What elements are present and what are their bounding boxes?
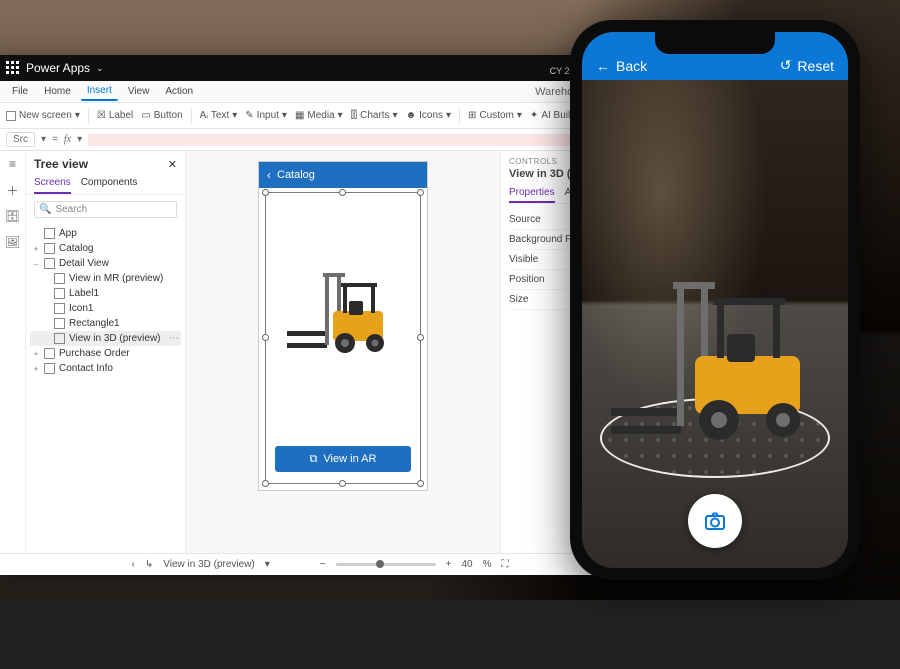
status-bar: ‹ ↳ View in 3D (preview) ▾ − + 40 % ⛶ xyxy=(0,553,640,575)
app-preview[interactable]: ‹ Catalog xyxy=(258,161,428,491)
tree-node[interactable]: +Catalog xyxy=(30,241,181,256)
ribbon-label[interactable]: ☒ Label xyxy=(97,110,133,121)
menu-file[interactable]: File xyxy=(6,83,34,100)
camera-icon xyxy=(703,509,727,533)
search-icon: 🔍 xyxy=(39,204,51,215)
zoom-percent: % xyxy=(483,559,492,570)
ribbon-new-screen[interactable]: New screen▾ xyxy=(6,110,80,121)
reset-icon: ↺ xyxy=(780,57,792,74)
resize-handle[interactable] xyxy=(339,480,346,487)
ar-back-button[interactable]: ← Back xyxy=(596,58,647,74)
formula-bar: Src ▾ = fx ▾ xyxy=(0,129,640,151)
zoom-out-button[interactable]: − xyxy=(320,559,326,570)
ar-back-label: Back xyxy=(616,58,647,74)
ribbon-text[interactable]: Aᵢ Text ▾ xyxy=(200,110,238,121)
menu-view[interactable]: View xyxy=(122,83,156,100)
ribbon-input[interactable]: ✎ Input ▾ xyxy=(245,110,287,121)
ar-forklift-model[interactable] xyxy=(605,268,825,458)
rail-media-icon[interactable]: 🖼 xyxy=(6,235,20,249)
rail-insert-icon[interactable]: ＋ xyxy=(6,183,20,197)
tree-node[interactable]: –Detail View xyxy=(30,256,181,271)
tree-node[interactable]: View in 3D (preview)⋯ xyxy=(30,331,181,346)
resize-handle[interactable] xyxy=(262,480,269,487)
menu-insert[interactable]: Insert xyxy=(81,82,118,101)
view-in-ar-label: View in AR xyxy=(323,453,376,465)
tree: App+Catalog–Detail ViewView in MR (previ… xyxy=(26,224,185,378)
rail-tree-icon[interactable]: ≡ xyxy=(6,157,20,171)
ribbon-custom[interactable]: ⊞ Custom ▾ xyxy=(468,110,522,121)
fx-icon: fx xyxy=(64,134,71,145)
camera-shutter-button[interactable] xyxy=(688,494,742,548)
status-left-chevron-icon[interactable]: ‹ xyxy=(132,559,135,570)
app-launcher-icon[interactable] xyxy=(6,61,20,75)
forklift-3d-model xyxy=(283,263,403,363)
tree-view-close-icon[interactable]: ✕ xyxy=(168,158,177,171)
ribbon-button[interactable]: ▭ Button xyxy=(141,110,182,121)
zoom-value: 40 xyxy=(461,559,472,570)
menubar: File Home Insert View Action Warehousing… xyxy=(0,81,640,103)
tab-screens[interactable]: Screens xyxy=(34,173,71,194)
zoom-slider[interactable] xyxy=(336,563,436,566)
property-selector[interactable]: Src xyxy=(6,132,35,147)
ribbon-media[interactable]: ▦ Media ▾ xyxy=(295,110,343,121)
insert-ribbon: New screen▾ ☒ Label ▭ Button Aᵢ Text ▾ ✎… xyxy=(0,103,640,129)
resize-handle[interactable] xyxy=(262,334,269,341)
preview-header: ‹ Catalog xyxy=(259,162,427,188)
resize-handle[interactable] xyxy=(417,480,424,487)
view-in-ar-button[interactable]: ⧉ View in AR xyxy=(275,446,411,472)
work-area: ≡ ＋ 🗄 🖼 Tree view ✕ Screens Components 🔍… xyxy=(0,151,640,553)
rail-data-icon[interactable]: 🗄 xyxy=(6,209,20,223)
ribbon-charts[interactable]: ⫿⫿ Charts ▾ xyxy=(351,110,398,121)
search-placeholder: Search xyxy=(55,204,87,215)
tree-node[interactable]: View in MR (preview) xyxy=(30,271,181,286)
preview-back-icon[interactable]: ‹ xyxy=(267,168,271,182)
arrow-left-icon: ← xyxy=(596,58,610,74)
tree-node[interactable]: Icon1 xyxy=(30,301,181,316)
phone-screen: ← Back ↺ Reset xyxy=(582,32,848,568)
resize-handle[interactable] xyxy=(262,189,269,196)
design-canvas[interactable]: ‹ Catalog xyxy=(186,151,500,553)
tab-components[interactable]: Components xyxy=(81,173,138,194)
tree-view-pane: Tree view ✕ Screens Components 🔍 Search … xyxy=(26,151,186,553)
powerapps-editor-window: Power Apps ⌄ Environment CY 20.6 Deux (o… xyxy=(0,55,640,575)
ribbon-icons[interactable]: ☻ Icons ▾ xyxy=(406,110,451,121)
tree-search-input[interactable]: 🔍 Search xyxy=(34,201,177,218)
tree-node[interactable]: App xyxy=(30,226,181,241)
equals-label: = xyxy=(52,134,58,145)
tree-node[interactable]: +Purchase Order xyxy=(30,346,181,361)
tree-node[interactable]: Label1 xyxy=(30,286,181,301)
ar-reset-button[interactable]: ↺ Reset xyxy=(780,57,834,74)
zoom-in-button[interactable]: + xyxy=(446,559,452,570)
phone-device: ← Back ↺ Reset xyxy=(570,20,860,580)
titlebar: Power Apps ⌄ Environment CY 20.6 Deux (o… xyxy=(0,55,640,81)
phone-notch xyxy=(655,32,775,54)
resize-handle[interactable] xyxy=(417,189,424,196)
resize-handle[interactable] xyxy=(339,189,346,196)
left-rail: ≡ ＋ 🗄 🖼 xyxy=(0,151,26,553)
tree-view-title: Tree view xyxy=(34,157,88,171)
app-name: Power Apps xyxy=(26,61,90,75)
menu-action[interactable]: Action xyxy=(159,83,199,100)
ar-cube-icon: ⧉ xyxy=(310,453,318,466)
tree-node[interactable]: Rectangle1 xyxy=(30,316,181,331)
menu-home[interactable]: Home xyxy=(38,83,77,100)
formula-input[interactable] xyxy=(88,134,634,146)
resize-handle[interactable] xyxy=(417,334,424,341)
tab-properties[interactable]: Properties xyxy=(509,184,555,203)
fit-to-window-icon[interactable]: ⛶ xyxy=(502,559,509,570)
ar-reset-label: Reset xyxy=(797,58,834,74)
tree-node[interactable]: +Contact Info xyxy=(30,361,181,376)
app-menu-chevron-icon[interactable]: ⌄ xyxy=(96,63,104,74)
preview-title: Catalog xyxy=(277,169,315,181)
status-selected-control[interactable]: View in 3D (preview) xyxy=(163,559,255,570)
